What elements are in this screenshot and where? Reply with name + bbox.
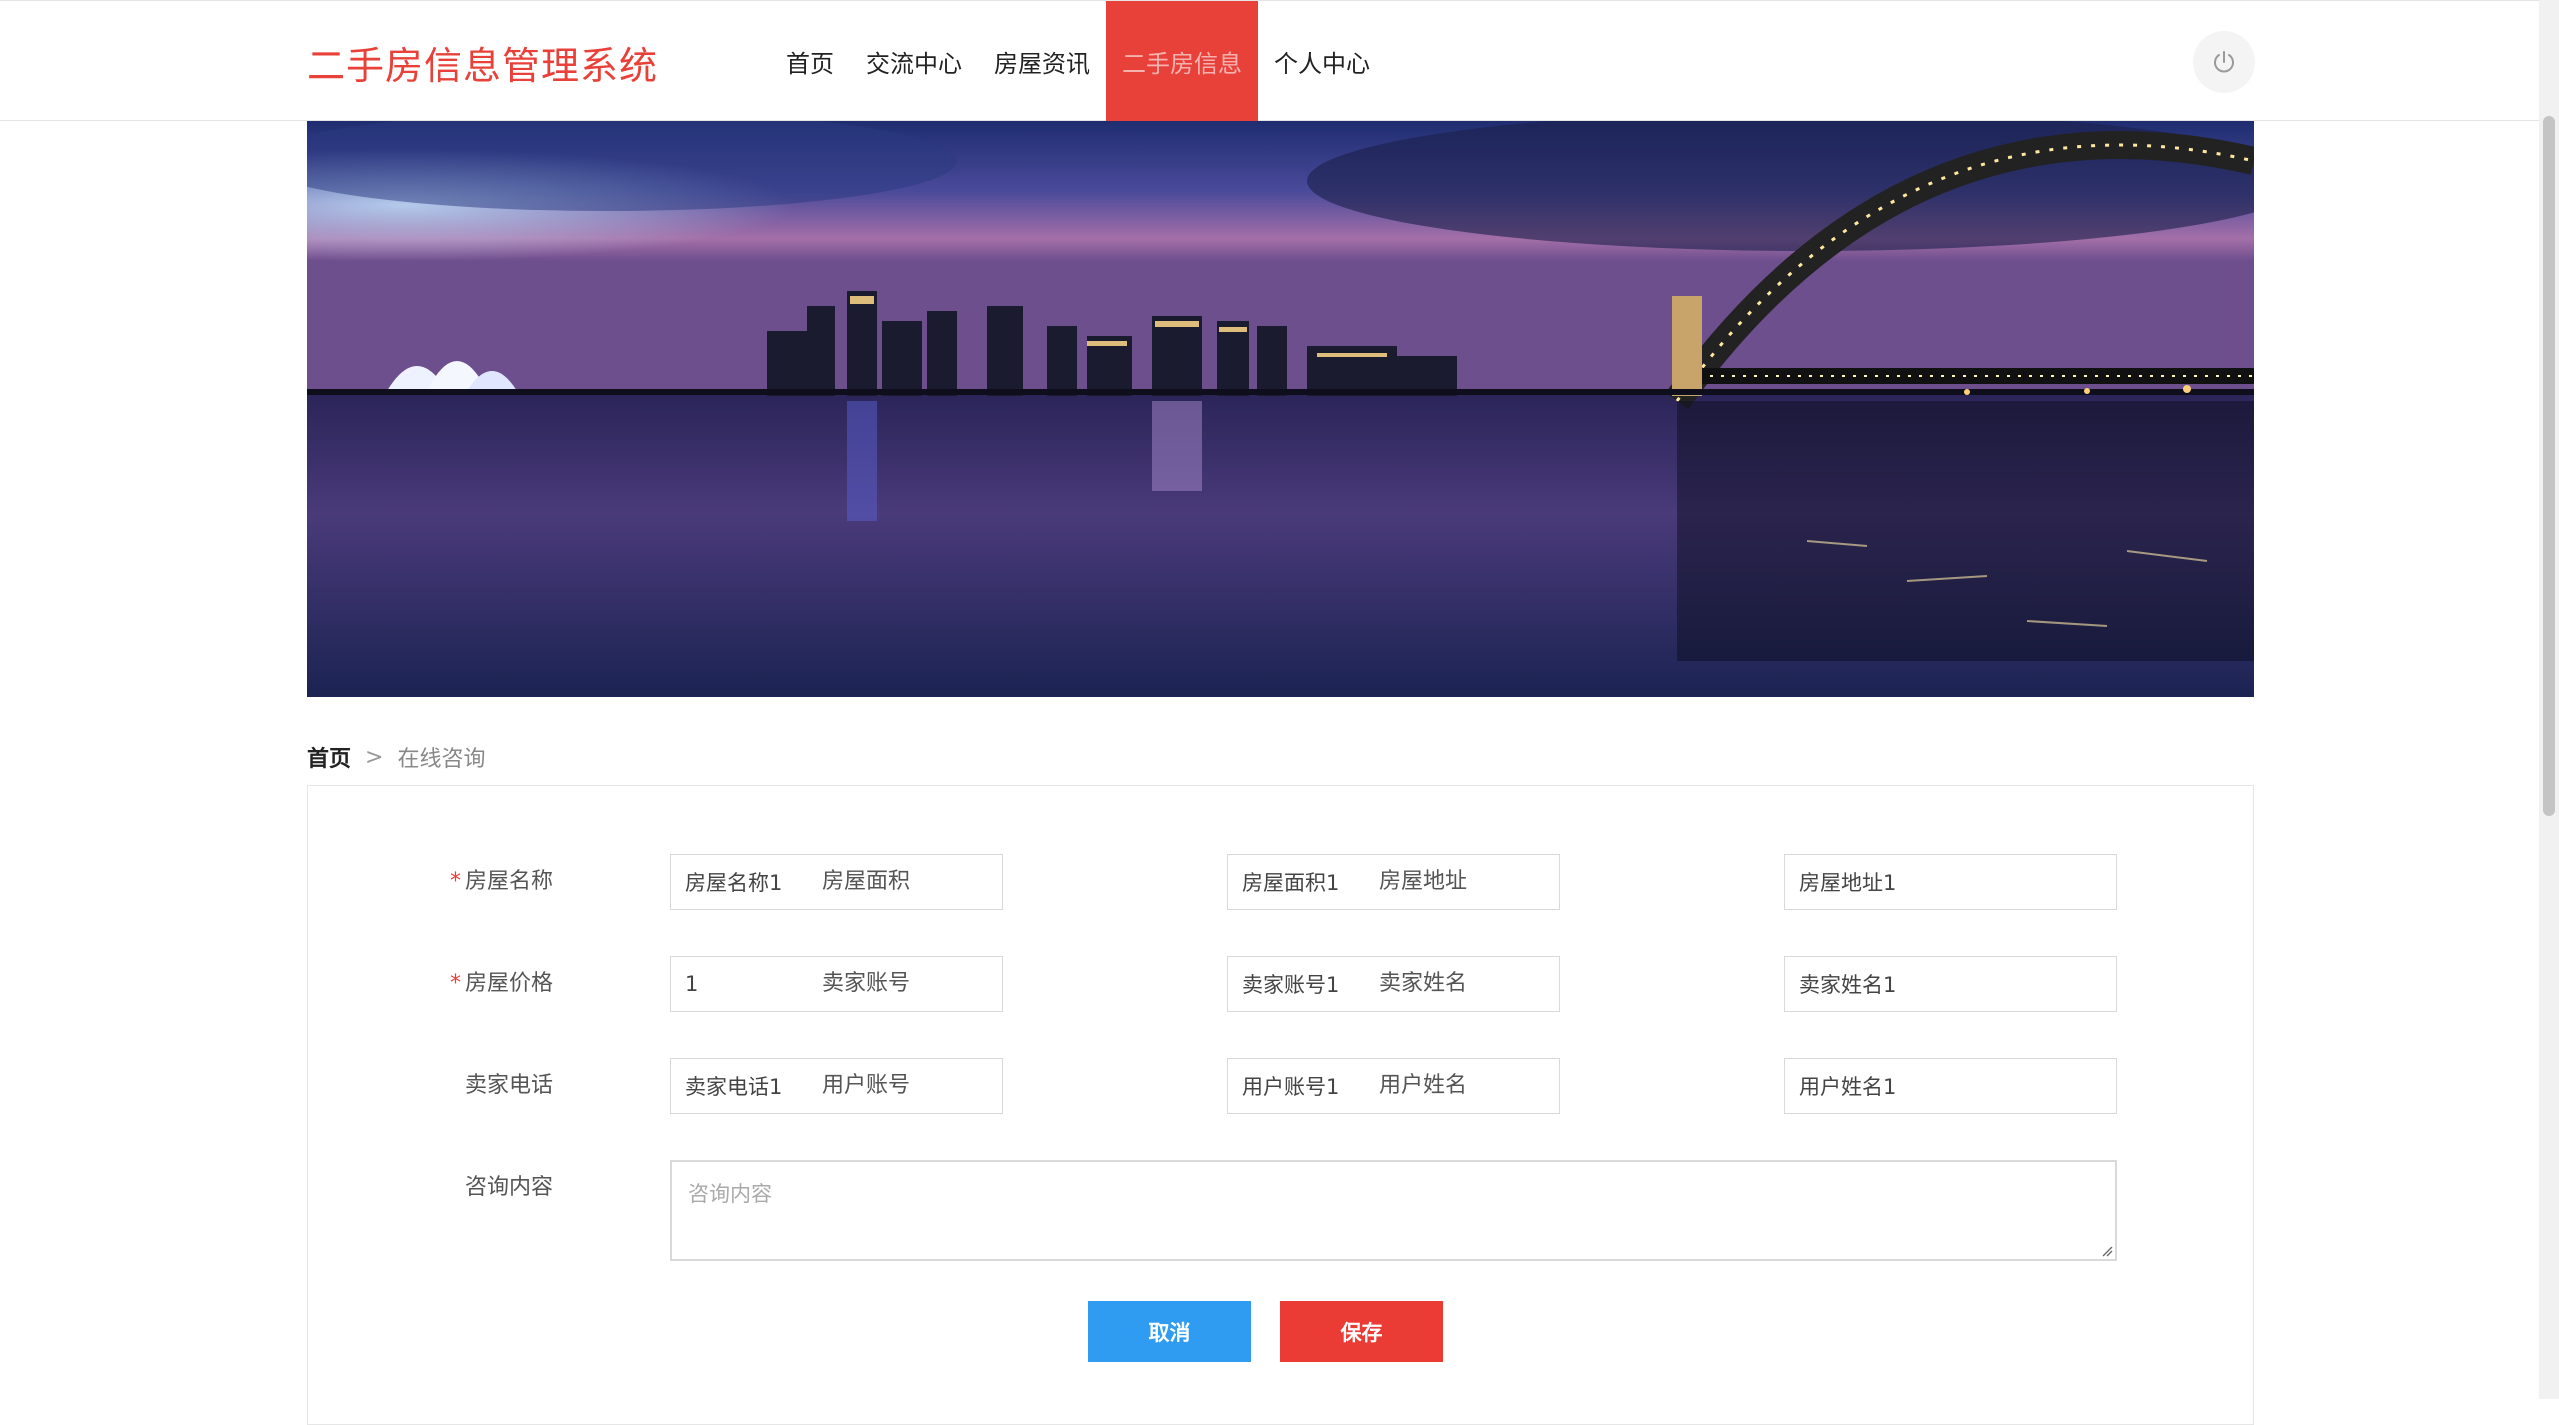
breadcrumb: 首页 > 在线咨询 — [307, 741, 485, 773]
house-address-input[interactable]: 房屋地址1 — [1784, 854, 2117, 910]
consult-form-panel: * 房屋名称 房屋名称1 房屋面积 房屋面积1 房屋地址 房屋地址1 * 房屋价格 … — [307, 785, 2254, 1425]
nav-item-home[interactable]: 首页 — [770, 1, 850, 122]
banner-illustration — [307, 121, 2254, 697]
resize-grip-icon[interactable] — [2101, 1245, 2113, 1257]
power-icon — [2214, 51, 2234, 73]
label-house-area: 房屋面积 — [821, 869, 910, 894]
required-mark: * — [449, 869, 461, 894]
nav-item-forum[interactable]: 交流中心 — [850, 1, 978, 122]
label-house-name-text: 房屋名称 — [464, 869, 553, 894]
label-house-price: * 房屋价格 — [353, 965, 553, 997]
save-button[interactable]: 保存 — [1280, 1301, 1443, 1362]
seller-name-input[interactable]: 卖家姓名1 — [1784, 956, 2117, 1012]
label-seller-account: 卖家账号 — [821, 971, 910, 996]
breadcrumb-home[interactable]: 首页 — [307, 741, 351, 773]
label-user-account: 用户账号 — [821, 1073, 910, 1098]
consult-content-placeholder: 咨询内容 — [688, 1182, 772, 1206]
required-mark: * — [449, 971, 461, 996]
nav-item-profile[interactable]: 个人中心 — [1258, 1, 1386, 122]
top-header: 二手房信息管理系统 首页 交流中心 房屋资讯 二手房信息 个人中心 — [0, 0, 2539, 122]
label-consult-content: 咨询内容 — [464, 1175, 553, 1200]
label-seller-name: 卖家姓名 — [1378, 971, 1467, 996]
logout-button[interactable] — [2193, 31, 2255, 93]
scrollbar-thumb[interactable] — [2543, 116, 2555, 816]
nav-item-listings[interactable]: 二手房信息 — [1106, 1, 1258, 122]
label-house-name: * 房屋名称 — [353, 863, 553, 895]
cancel-button[interactable]: 取消 — [1088, 1301, 1251, 1362]
site-title: 二手房信息管理系统 — [307, 44, 659, 88]
nav-item-news[interactable]: 房屋资讯 — [978, 1, 1106, 122]
label-seller-phone: 卖家电话 — [464, 1073, 553, 1098]
main-nav: 首页 交流中心 房屋资讯 二手房信息 个人中心 — [770, 1, 1386, 122]
label-house-price-text: 房屋价格 — [464, 971, 553, 996]
user-name-input[interactable]: 用户姓名1 — [1784, 1058, 2117, 1114]
city-banner-image — [307, 121, 2254, 697]
page-scrollbar[interactable] — [2539, 0, 2559, 1399]
breadcrumb-separator: > — [365, 744, 384, 770]
label-user-name: 用户姓名 — [1378, 1073, 1467, 1098]
breadcrumb-current: 在线咨询 — [397, 747, 486, 772]
consult-content-textarea[interactable]: 咨询内容 — [670, 1160, 2117, 1261]
label-house-address: 房屋地址 — [1378, 869, 1467, 894]
